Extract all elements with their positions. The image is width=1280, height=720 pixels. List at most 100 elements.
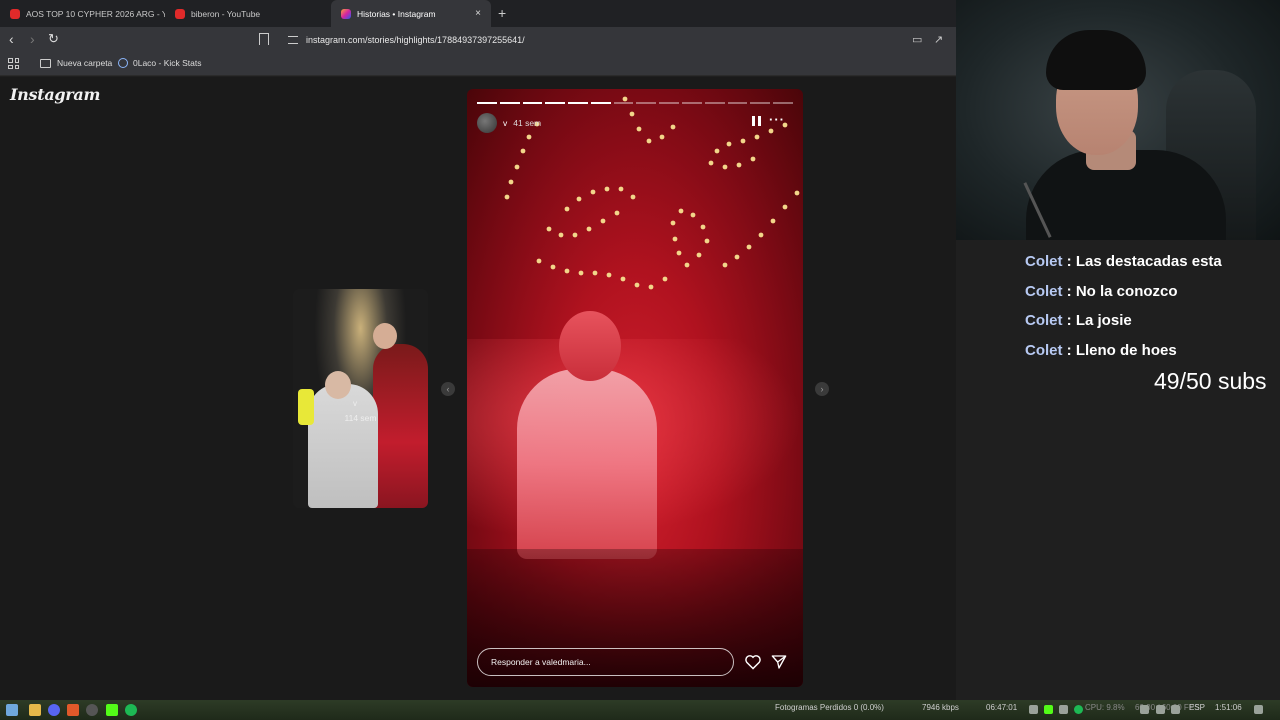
windows-start-icon[interactable] [6, 704, 18, 716]
chat-user: Colet [1025, 342, 1063, 359]
progress-segment [682, 102, 702, 104]
prev-story-arrow[interactable]: ‹ [441, 382, 455, 396]
tray-icon[interactable] [1059, 705, 1068, 714]
volume-icon[interactable] [1171, 705, 1180, 714]
subs-goal: 49/50 subs [1154, 368, 1267, 394]
obs-icon[interactable] [86, 704, 98, 716]
bookmark-kick-stats[interactable]: 0Laco - Kick Stats [118, 58, 202, 68]
address-bar[interactable]: instagram.com/stories/highlights/1788493… [278, 30, 898, 50]
progress-segment [659, 102, 680, 104]
story-header: v 41 sem [477, 113, 541, 133]
forward-arrow-icon[interactable]: › [30, 32, 35, 46]
new-tab-button[interactable]: + [498, 5, 506, 21]
chat-message: Colet : Las destacadas esta [1025, 253, 1222, 270]
brave-icon[interactable] [67, 704, 79, 716]
back-arrow-icon[interactable]: ‹ [9, 32, 14, 46]
chat-text: Lleno de hoes [1075, 342, 1177, 359]
performer-head [559, 311, 621, 381]
progress-segment [773, 102, 793, 104]
tab-title: biberon - YouTube [191, 8, 261, 19]
story-photo-face [373, 323, 397, 349]
reload-icon[interactable]: ↻ [48, 32, 59, 46]
browser-toolbar: ‹ › ↻ instagram.com/stories/highlights/1… [0, 27, 956, 53]
clock[interactable]: 1:51:06 [1215, 703, 1242, 712]
story-photo-person [373, 344, 428, 508]
instagram-icon [341, 8, 351, 19]
send-icon[interactable] [771, 654, 787, 670]
story-time: 41 sem [513, 118, 542, 128]
folder-icon [40, 58, 51, 68]
tab-youtube-cypher[interactable]: AOS TOP 10 CYPHER 2026 ARG - You [0, 0, 165, 27]
url-text: instagram.com/stories/highlights/1788493… [306, 35, 525, 45]
more-options-icon[interactable]: ··· [769, 113, 785, 126]
chat-text: No la conozco [1075, 283, 1178, 300]
tab-youtube-biberon[interactable]: biberon - YouTube [165, 0, 330, 27]
screen: AOS TOP 10 CYPHER 2026 ARG - You biberon… [0, 0, 1280, 720]
pause-icon[interactable] [752, 116, 761, 126]
kick-app-icon[interactable] [106, 704, 118, 716]
reply-input[interactable]: Responder a valedmaria... [477, 648, 734, 676]
kick-icon [118, 58, 128, 68]
cast-icon[interactable]: ▭ [912, 33, 922, 46]
next-story-arrow[interactable]: › [815, 382, 829, 396]
tray-icon[interactable] [1029, 705, 1038, 714]
progress-segment [522, 102, 543, 104]
tray-steam-icon[interactable] [1140, 705, 1149, 714]
tray-spotify-icon[interactable] [1074, 705, 1083, 714]
story-photo-face [325, 371, 351, 399]
file-explorer-icon[interactable] [29, 704, 41, 716]
stream-chat: Colet : Las destacadas esta Colet : No l… [956, 240, 1280, 700]
chat-text: La josie [1075, 312, 1132, 329]
heart-icon[interactable] [744, 654, 762, 670]
performer [517, 369, 657, 559]
avatar[interactable] [477, 113, 497, 133]
progress-segment [704, 102, 725, 104]
chat-message: Colet : La josie [1025, 312, 1132, 329]
chat-user: Colet [1025, 312, 1063, 329]
chat-user: Colet [1025, 283, 1063, 300]
bookmark-icon[interactable] [259, 33, 269, 45]
bookmarks-bar: Nueva carpeta 0Laco - Kick Stats [0, 53, 956, 76]
bookmark-nueva-carpeta[interactable]: Nueva carpeta [40, 58, 112, 68]
cpu-usage: CPU: 9.8% [1085, 703, 1125, 712]
share-icon[interactable]: ↗ [934, 33, 943, 46]
notifications-icon[interactable] [1254, 705, 1263, 714]
progress-segment [545, 102, 566, 104]
progress-segment [499, 102, 520, 104]
webcam-overlay [956, 0, 1280, 240]
tab-instagram[interactable]: Historias • Instagram × [331, 0, 491, 27]
close-tab-icon[interactable]: × [475, 8, 481, 19]
story-username[interactable]: v [503, 118, 507, 128]
prev-story-time: 114 sem [344, 413, 377, 423]
youtube-icon [175, 8, 185, 19]
progress-segment [636, 102, 657, 104]
dropped-frames: Fotogramas Perdidos 0 (0.0%) [775, 703, 884, 712]
chat-message: Colet : No la conozco [1025, 283, 1178, 300]
progress-segment [477, 102, 497, 104]
tab-title: Historias • Instagram [357, 8, 436, 19]
previous-story-preview[interactable]: v 114 sem [293, 289, 428, 508]
cam-hair [1046, 30, 1146, 90]
progress-segment [750, 102, 771, 104]
spotify-icon[interactable] [125, 704, 137, 716]
stream-time: 06:47:01 [986, 703, 1018, 712]
chat-text: Las destacadas esta [1075, 253, 1222, 270]
network-icon[interactable] [1156, 705, 1165, 714]
tray-kick-icon[interactable] [1044, 705, 1053, 714]
progress-segment [727, 102, 748, 104]
instagram-page: Instagram v 114 sem ‹ › v 41 sem ··· Res… [0, 77, 956, 700]
chat-message: Colet : Lleno de hoes [1025, 342, 1177, 359]
site-info-icon[interactable] [288, 36, 298, 44]
current-story[interactable]: v 41 sem ··· Responder a valedmaria... [467, 89, 803, 687]
progress-segment [613, 102, 634, 104]
instagram-logo[interactable]: Instagram [10, 85, 100, 104]
apps-grid-icon[interactable] [8, 58, 19, 69]
browser-tabbar: AOS TOP 10 CYPHER 2026 ARG - You biberon… [0, 0, 956, 27]
story-photo-person [308, 384, 378, 508]
discord-icon[interactable] [48, 704, 60, 716]
language-indicator[interactable]: ESP [1189, 703, 1205, 712]
chat-user: Colet [1025, 253, 1063, 270]
bitrate: 7946 kbps [922, 703, 959, 712]
progress-segment [590, 102, 611, 104]
progress-segment [568, 102, 588, 104]
